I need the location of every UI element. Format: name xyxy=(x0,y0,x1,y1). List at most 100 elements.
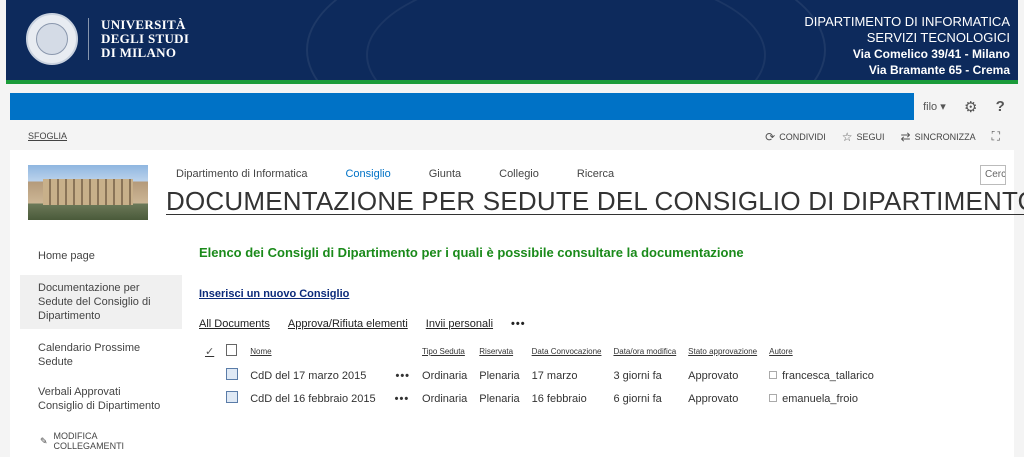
column-header-autore[interactable]: Autore xyxy=(763,340,880,364)
university-line-2: DEGLI STUDI xyxy=(101,31,190,46)
row-select[interactable] xyxy=(199,364,220,387)
row-stato: Approvato xyxy=(688,392,739,405)
topnav-item-consiglio[interactable]: Consiglio xyxy=(345,168,390,180)
row-autore-text[interactable]: francesca_tallarico xyxy=(782,370,874,382)
checkmark-icon: ✓ xyxy=(205,345,215,358)
suite-bar: filo ▾ ⚙ ? xyxy=(10,93,1014,120)
suite-bar-user-area: filo ▾ ⚙ ? xyxy=(914,93,1014,120)
row-nome-text[interactable]: CdD del 17 marzo 2015 xyxy=(250,370,366,382)
university-name[interactable]: UNIVERSITÀ DEGLI STUDI DI MILANO xyxy=(88,18,189,60)
view-my-submissions[interactable]: Invii personali xyxy=(426,318,493,330)
topnav-item-dipartimento[interactable]: Dipartimento di Informatica xyxy=(176,168,307,180)
follow-label: SEGUI xyxy=(856,131,885,142)
gear-icon[interactable]: ⚙ xyxy=(964,98,977,116)
share-button[interactable]: ⟳ CONDIVIDI xyxy=(765,130,826,144)
table-header-row: ✓ Nome Tipo Seduta Riservata Data Convoc… xyxy=(199,340,880,364)
row-tipo: Ordinaria xyxy=(422,392,468,405)
row-data: 17 marzo xyxy=(531,369,578,382)
row-autore[interactable]: emanuela_froio xyxy=(763,387,880,410)
topnav-item-ricerca[interactable]: Ricerca xyxy=(577,168,614,180)
topnav-item-giunta[interactable]: Giunta xyxy=(429,168,461,180)
leftnav-item-calendario[interactable]: Calendario Prossime Sedute xyxy=(20,337,182,373)
browse-tab[interactable]: SFOGLIA xyxy=(28,131,67,141)
row-autore-text[interactable]: emanuela_froio xyxy=(782,393,858,405)
help-icon[interactable]: ? xyxy=(996,98,1005,115)
sync-label: SINCRONIZZA xyxy=(914,131,976,142)
folder-icon xyxy=(226,391,239,403)
list-heading: Elenco dei Consigli di Dipartimento per … xyxy=(199,245,744,260)
university-line-3: DI MILANO xyxy=(101,45,177,60)
service-name: SERVIZI TECNOLOGICI xyxy=(866,30,1010,45)
content-area: Dipartimento di Informatica Consiglio Gi… xyxy=(10,150,1024,457)
row-riservata: Plenaria xyxy=(479,392,520,405)
column-header-nome[interactable]: Nome xyxy=(244,340,416,364)
select-all-column[interactable]: ✓ xyxy=(199,340,220,364)
building-photo[interactable] xyxy=(28,165,148,220)
row-stato: Approvato xyxy=(688,369,739,382)
row-nome[interactable]: CdD del 16 febbraio 2015 ••• xyxy=(244,387,416,410)
document-icon xyxy=(226,344,238,356)
page-title[interactable]: DOCUMENTAZIONE PER SEDUTE DEL CONSIGLIO … xyxy=(166,186,1024,217)
column-header-modifica[interactable]: Data/ora modifica xyxy=(607,340,682,364)
type-column[interactable] xyxy=(220,340,244,364)
new-item-link[interactable]: Inserisci un nuovo Consiglio xyxy=(199,288,999,300)
top-navigation: Dipartimento di Informatica Consiglio Gi… xyxy=(176,168,652,180)
leftnav-item-documentazione[interactable]: Documentazione per Sedute del Consiglio … xyxy=(20,275,182,329)
leftnav-item-verbali[interactable]: Verbali Approvati Consiglio di Dipartime… xyxy=(20,381,182,417)
follow-button[interactable]: ☆ SEGUI xyxy=(842,130,885,144)
edit-links-button[interactable]: ✎ MODIFICA COLLEGAMENTI xyxy=(20,425,182,457)
more-views-button[interactable]: ••• xyxy=(511,318,526,330)
sync-icon: ⇄ xyxy=(900,129,911,144)
university-line-1: UNIVERSITÀ xyxy=(101,17,186,32)
pencil-icon: ✎ xyxy=(40,435,48,446)
share-icon: ⟳ xyxy=(765,129,776,144)
row-data: 16 febbraio xyxy=(531,392,587,405)
folder-icon xyxy=(226,368,239,380)
leftnav-item-home[interactable]: Home page xyxy=(20,245,182,267)
row-type xyxy=(220,387,244,410)
row-tipo: Ordinaria xyxy=(422,369,468,382)
row-modifica: 6 giorni fa xyxy=(613,392,662,405)
user-name: filo xyxy=(923,101,938,113)
row-riservata: Plenaria xyxy=(479,369,520,382)
department-name: DIPARTIMENTO DI INFORMATICA xyxy=(804,14,1010,29)
row-nome-text[interactable]: CdD del 16 febbraio 2015 xyxy=(250,393,375,405)
table-row[interactable]: CdD del 16 febbraio 2015 ••• Ordinaria P… xyxy=(199,387,880,410)
ribbon-bar: SFOGLIA ⟳ CONDIVIDI ☆ SEGUI ⇄ SINCRONIZZA ⛶ xyxy=(10,120,1014,150)
topnav-item-collegio[interactable]: Collegio xyxy=(499,168,539,180)
view-approve-reject[interactable]: Approva/Rifiuta elementi xyxy=(288,318,408,330)
address-crema: Via Bramante 65 - Crema xyxy=(868,63,1010,77)
department-info: DIPARTIMENTO DI INFORMATICA SERVIZI TECN… xyxy=(804,14,1010,78)
search-input[interactable]: Cerca xyxy=(980,165,1006,185)
row-menu-button[interactable]: ••• xyxy=(395,393,410,405)
left-navigation: Home page Documentazione per Sedute del … xyxy=(20,245,182,457)
column-header-stato[interactable]: Stato approvazione xyxy=(682,340,763,364)
star-icon: ☆ xyxy=(841,129,853,144)
address-milano: Via Comelico 39/41 - Milano xyxy=(852,47,1010,61)
university-seal-logo[interactable] xyxy=(26,13,78,65)
column-header-data[interactable]: Data Convocazione xyxy=(526,340,608,364)
view-all-documents[interactable]: All Documents xyxy=(199,318,270,330)
view-selector: All Documents Approva/Rifiuta elementi I… xyxy=(199,318,999,330)
presence-icon xyxy=(769,393,778,402)
document-list: ✓ Nome Tipo Seduta Riservata Data Convoc… xyxy=(199,340,880,410)
column-header-tipo[interactable]: Tipo Seduta xyxy=(416,340,473,364)
watermark-seal-inner xyxy=(366,0,766,80)
green-divider xyxy=(6,80,1018,84)
share-label: CONDIVIDI xyxy=(779,131,826,142)
sync-button[interactable]: ⇄ SINCRONIZZA xyxy=(901,130,976,144)
edit-links-label: MODIFICA COLLEGAMENTI xyxy=(53,431,125,451)
row-autore[interactable]: francesca_tallarico xyxy=(763,364,880,387)
fullscreen-icon: ⛶ xyxy=(991,129,1000,143)
table-row[interactable]: CdD del 17 marzo 2015 ••• Ordinaria Plen… xyxy=(199,364,880,387)
row-modifica: 3 giorni fa xyxy=(613,369,662,382)
focus-button[interactable]: ⛶ xyxy=(992,129,1000,144)
column-header-riservata[interactable]: Riservata xyxy=(473,340,525,364)
row-nome[interactable]: CdD del 17 marzo 2015 ••• xyxy=(244,364,416,387)
row-menu-button[interactable]: ••• xyxy=(395,370,410,382)
row-select[interactable] xyxy=(199,387,220,410)
row-type xyxy=(220,364,244,387)
presence-icon xyxy=(769,370,778,379)
main-content: Elenco dei Consigli di Dipartimento per … xyxy=(199,245,999,410)
user-menu[interactable]: filo ▾ xyxy=(923,100,946,113)
